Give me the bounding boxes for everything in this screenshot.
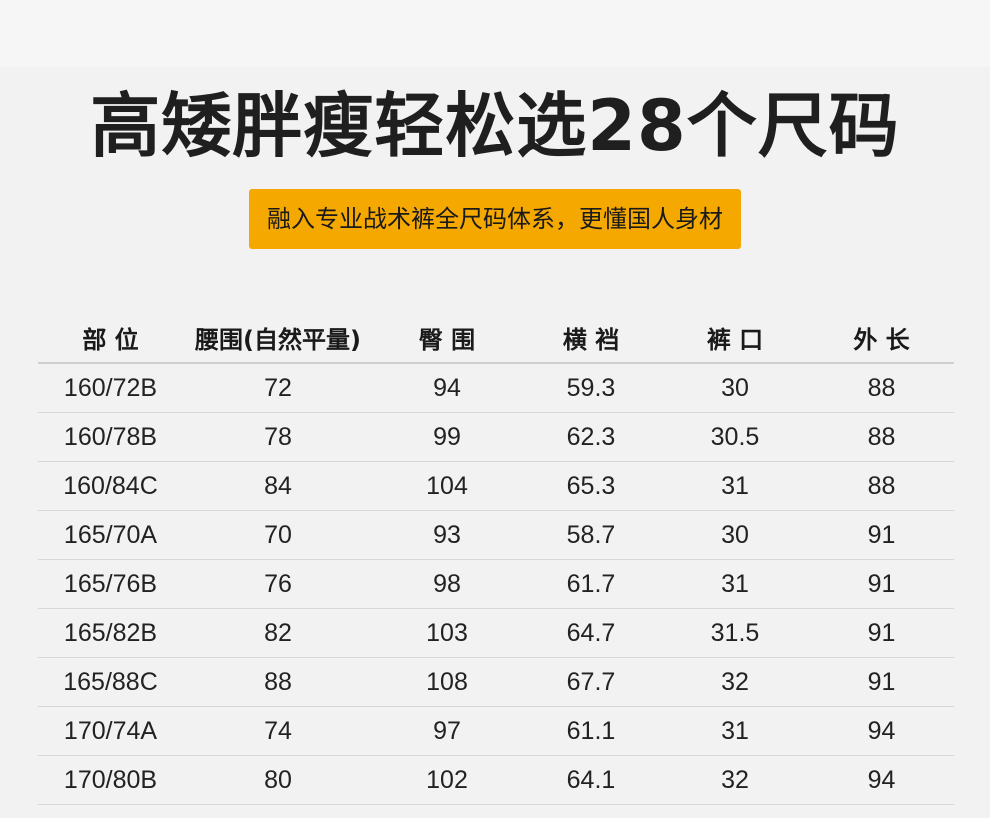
cell-size: 160/84C [38,461,183,511]
cell-hip: 108 [373,657,521,707]
cell-waist: 82 [183,608,373,658]
cell-hip: 99 [373,412,521,462]
header-thigh: 横 裆 [521,312,661,364]
cell-thigh: 64.7 [521,608,661,658]
cell-hip: 93 [373,510,521,560]
header-size-position: 部 位 [38,312,183,364]
cell-hip: 97 [373,706,521,756]
subtitle-banner: 融入专业战术裤全尺码体系，更懂国人身材 [0,189,990,249]
cell-size: 165/88C [38,657,183,707]
cell-hip: 94 [373,363,521,413]
header-row: 部 位 腰围(自然平量) 臀 围 横 裆 裤 口 外 长 [38,312,954,364]
cell-waist: 80 [183,755,373,805]
cell-outseam: 88 [809,461,954,511]
cell-thigh: 59.3 [521,363,661,413]
cell-thigh: 65.3 [521,461,661,511]
table-row: 165/76B 76 98 61.7 31 91 [38,559,954,609]
table-row: 165/82B 82 103 64.7 31.5 91 [38,608,954,658]
cell-thigh: 61.7 [521,559,661,609]
cell-waist: 74 [183,706,373,756]
cell-outseam: 91 [809,559,954,609]
top-strip [0,0,990,67]
cell-outseam: 91 [809,608,954,658]
cell-waist: 70 [183,510,373,560]
table-body: 160/72B 72 94 59.3 30 88 160/78B 78 99 6… [38,363,954,805]
cell-outseam: 88 [809,412,954,462]
cell-thigh: 58.7 [521,510,661,560]
subtitle-text: 融入专业战术裤全尺码体系，更懂国人身材 [249,189,741,249]
table-row: 160/72B 72 94 59.3 30 88 [38,363,954,413]
cell-leg-opening: 31 [661,706,809,756]
cell-waist: 76 [183,559,373,609]
cell-thigh: 67.7 [521,657,661,707]
cell-size: 160/78B [38,412,183,462]
cell-hip: 98 [373,559,521,609]
cell-hip: 103 [373,608,521,658]
table-row: 160/78B 78 99 62.3 30.5 88 [38,412,954,462]
header-waist: 腰围(自然平量) [183,312,373,364]
cell-outseam: 91 [809,510,954,560]
header-hip: 臀 围 [373,312,521,364]
cell-leg-opening: 31 [661,559,809,609]
cell-leg-opening: 32 [661,657,809,707]
cell-leg-opening: 32 [661,755,809,805]
cell-leg-opening: 30.5 [661,412,809,462]
cell-thigh: 64.1 [521,755,661,805]
cell-waist: 84 [183,461,373,511]
cell-waist: 88 [183,657,373,707]
cell-size: 160/72B [38,363,183,413]
cell-size: 170/74A [38,706,183,756]
cell-leg-opening: 31 [661,461,809,511]
cell-thigh: 62.3 [521,412,661,462]
cell-thigh: 61.1 [521,706,661,756]
size-table: 部 位 腰围(自然平量) 臀 围 横 裆 裤 口 外 长 160/72B 72 … [38,312,954,805]
table-row: 170/80B 80 102 64.1 32 94 [38,755,954,805]
cell-outseam: 91 [809,657,954,707]
table-row: 165/88C 88 108 67.7 32 91 [38,657,954,707]
table-row: 165/70A 70 93 58.7 30 91 [38,510,954,560]
cell-outseam: 94 [809,706,954,756]
cell-size: 165/82B [38,608,183,658]
cell-hip: 104 [373,461,521,511]
page-title: 高矮胖瘦轻松选28个尺码 [90,85,900,167]
cell-outseam: 88 [809,363,954,413]
table-row: 160/84C 84 104 65.3 31 88 [38,461,954,511]
table-row: 170/74A 74 97 61.1 31 94 [38,706,954,756]
cell-leg-opening: 31.5 [661,608,809,658]
cell-size: 170/80B [38,755,183,805]
cell-size: 165/70A [38,510,183,560]
table-header: 部 位 腰围(自然平量) 臀 围 横 裆 裤 口 外 长 [38,312,954,364]
header-leg-opening: 裤 口 [661,312,809,364]
cell-waist: 72 [183,363,373,413]
cell-waist: 78 [183,412,373,462]
cell-leg-opening: 30 [661,363,809,413]
cell-leg-opening: 30 [661,510,809,560]
cell-hip: 102 [373,755,521,805]
cell-outseam: 94 [809,755,954,805]
header-outseam: 外 长 [809,312,954,364]
cell-size: 165/76B [38,559,183,609]
